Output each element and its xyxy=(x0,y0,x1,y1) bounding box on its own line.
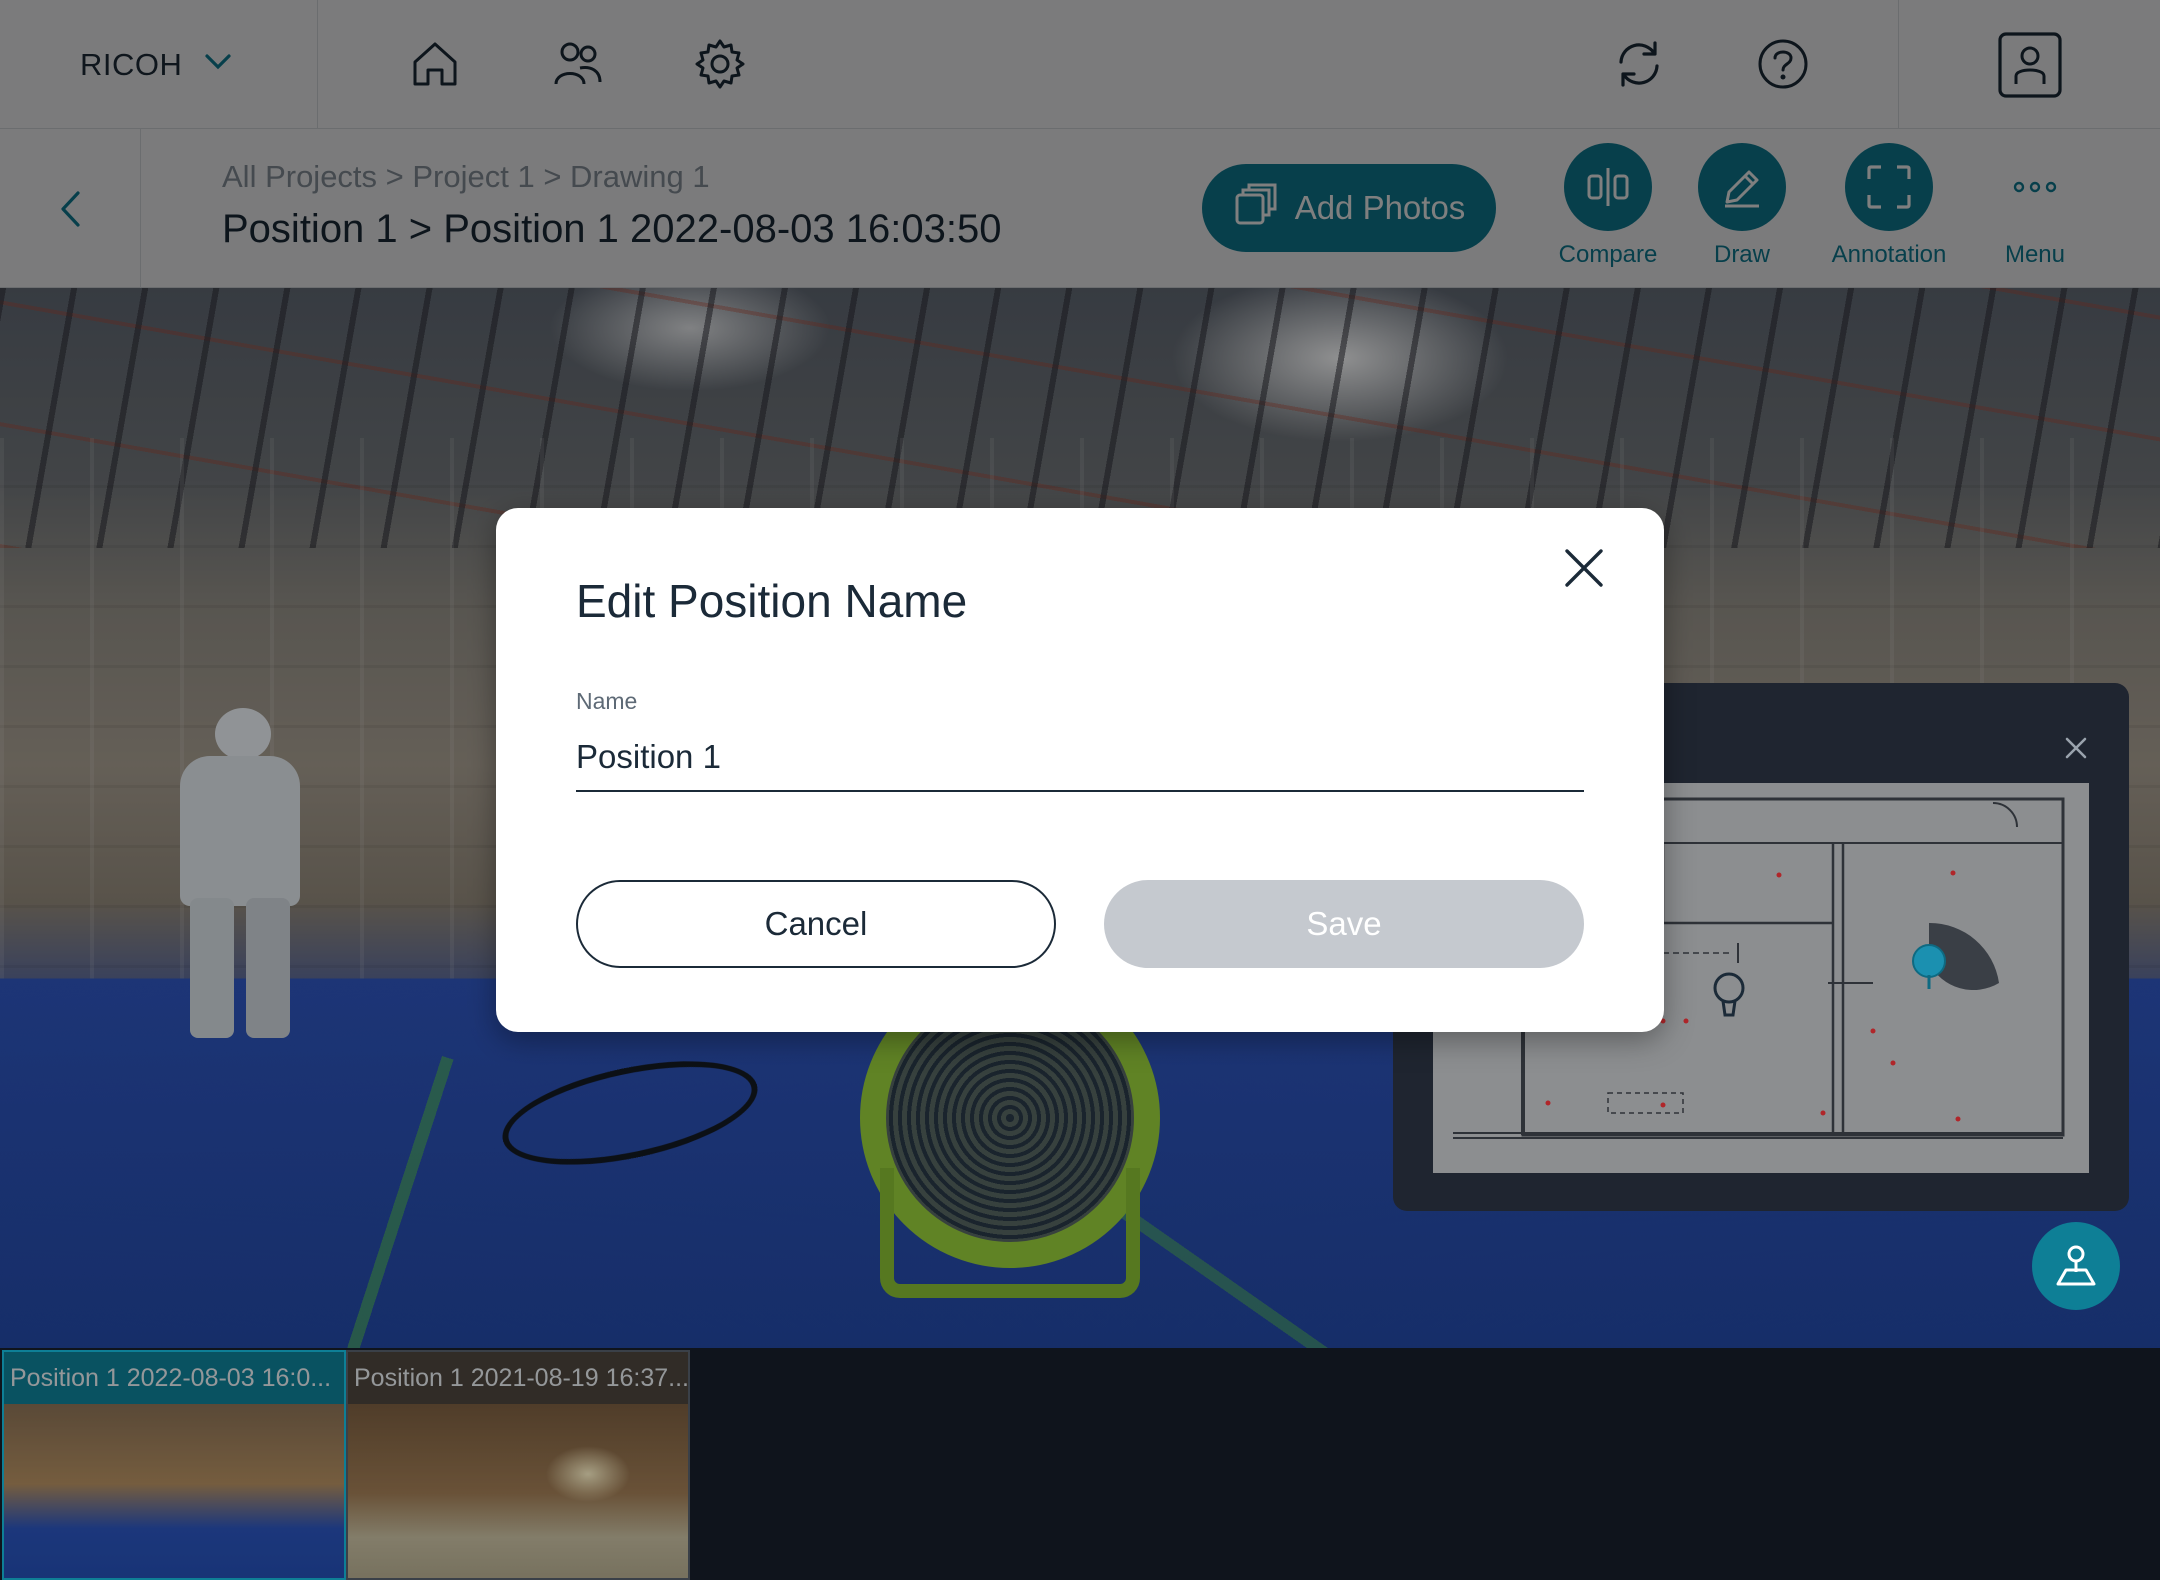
overlay-scrim-top xyxy=(0,0,2160,288)
close-icon[interactable] xyxy=(1554,538,1614,598)
save-button[interactable]: Save xyxy=(1104,880,1584,968)
close-icon[interactable] xyxy=(2061,733,2091,763)
name-field-label: Name xyxy=(576,688,638,714)
edit-position-name-dialog: Edit Position Name Name Cancel Save xyxy=(496,508,1664,1032)
dialog-title: Edit Position Name xyxy=(576,575,968,627)
map-pin-icon xyxy=(2056,1245,2096,1286)
photo-thumbnail-strip: Position 1 2022-08-03 16:0... Position 1… xyxy=(0,1348,2160,1580)
overlay-scrim xyxy=(348,1352,688,1578)
cancel-button[interactable]: Cancel xyxy=(576,880,1056,968)
overlay-scrim xyxy=(4,1352,344,1578)
thumbnail-item[interactable]: Position 1 2022-08-03 16:0... xyxy=(2,1350,346,1580)
floorplan-toggle-button[interactable] xyxy=(2032,1222,2120,1310)
thumbnail-item[interactable]: Position 1 2021-08-19 16:37... xyxy=(346,1350,690,1580)
name-input[interactable] xyxy=(576,724,1584,792)
